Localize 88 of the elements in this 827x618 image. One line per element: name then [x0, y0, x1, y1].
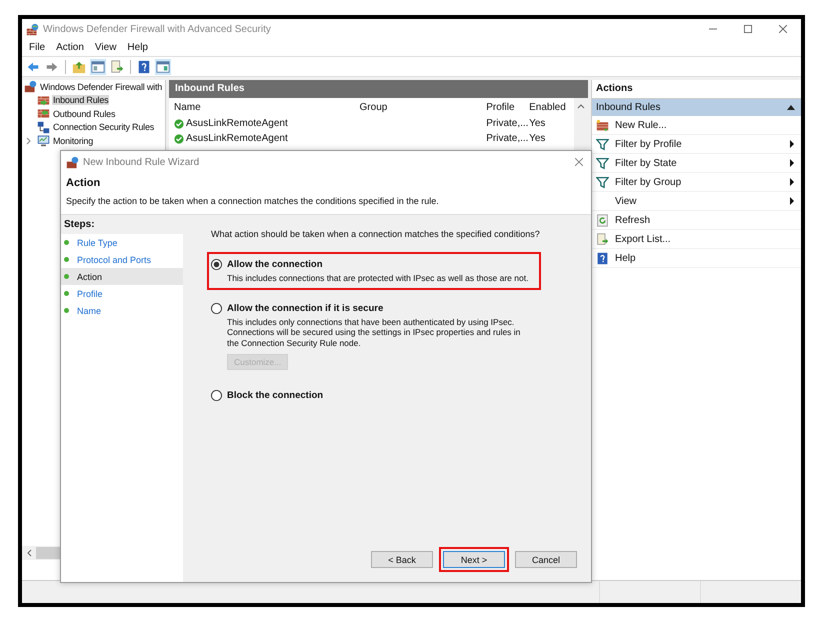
step-bullet-icon	[64, 274, 69, 279]
filter-icon	[596, 138, 609, 150]
action-item[interactable]: New Rule...	[615, 120, 794, 130]
section-title: Inbound Rules	[596, 102, 660, 113]
monitor-icon	[37, 134, 50, 148]
table-cell: Private,...	[486, 133, 530, 144]
scroll-left-icon[interactable]	[26, 549, 32, 557]
column-header[interactable]: Name	[169, 102, 360, 112]
panel-header: Inbound Rules	[169, 80, 588, 98]
tree-item[interactable]: Outbound Rules	[52, 108, 116, 119]
table-cell-text: Yes	[529, 133, 546, 144]
firewall-icon	[26, 22, 39, 36]
check-circle-icon	[174, 118, 184, 128]
section-header[interactable]: Inbound Rules	[592, 99, 801, 116]
panel-icon[interactable]	[90, 58, 106, 74]
collapse-triangle-icon[interactable]	[787, 105, 795, 110]
filter-icon	[596, 156, 609, 170]
tree-item[interactable]: Monitoring	[52, 136, 94, 146]
radio-button[interactable]	[211, 303, 222, 314]
option-description: This includes only connections that have been authenticated by using IPsec. Connections will be secured using the settings in IPsec properties and rules in the Connection Security Rule node.	[227, 317, 522, 348]
brick-wall-icon	[37, 107, 50, 120]
dialog-title: New Inbound Rule Wizard	[83, 156, 200, 168]
column-header[interactable]: Profile	[486, 102, 530, 112]
submenu-arrow-icon[interactable]	[790, 178, 794, 186]
brick-wall-icon	[37, 94, 50, 107]
option-label[interactable]: Allow the connection	[227, 259, 323, 270]
submenu-arrow-icon[interactable]	[790, 197, 794, 205]
menu-item[interactable]: View	[94, 42, 116, 53]
submenu-arrow-icon[interactable]	[790, 159, 794, 167]
export-icon[interactable]	[109, 58, 125, 74]
action-item[interactable]: Help	[615, 252, 794, 264]
maximize-icon[interactable]	[744, 25, 752, 33]
step-link[interactable]: Name	[77, 306, 102, 316]
option-label[interactable]: Allow the connection if it is secure	[227, 303, 384, 314]
help-icon[interactable]	[136, 58, 152, 74]
export-icon	[596, 232, 609, 246]
dialog-button[interactable]: < Back	[371, 551, 433, 568]
submenu-arrow-icon[interactable]	[790, 140, 794, 148]
step-link[interactable]: Action	[77, 272, 102, 282]
table-cell: AsusLinkRemoteAgent	[186, 133, 288, 144]
table-cell: AsusLinkRemoteAgent	[186, 118, 288, 129]
computers-icon	[37, 120, 50, 134]
page-heading: Action	[66, 177, 102, 189]
column-header[interactable]: Enabled	[529, 102, 574, 112]
action-item[interactable]: Export List...	[615, 234, 794, 244]
radio-button[interactable]	[211, 259, 222, 270]
menu-item[interactable]: Help	[127, 42, 148, 53]
menu-item[interactable]: Action	[56, 42, 84, 53]
action-item[interactable]: Filter by State	[615, 158, 784, 168]
expand-chevron-icon[interactable]	[26, 136, 32, 145]
step-link[interactable]: Profile	[77, 288, 103, 298]
tree-item[interactable]: Connection Security Rules	[52, 122, 156, 132]
filter-icon	[596, 176, 609, 188]
option-description: This includes connections that are protected with IPsec as well as those are not.	[227, 273, 530, 284]
option-label[interactable]: Block the connection	[227, 390, 324, 401]
scroll-up-icon[interactable]	[577, 103, 585, 109]
table-cell-text: Yes	[529, 118, 546, 129]
dialog-button[interactable]: Next >	[443, 551, 505, 568]
action-item[interactable]: Filter by Group	[615, 176, 784, 188]
tree-item[interactable]: Windows Defender Firewall with	[39, 82, 164, 92]
step-bullet-icon	[64, 240, 69, 245]
action-item[interactable]: Filter by Profile	[615, 138, 784, 150]
dialog-button[interactable]: Cancel	[515, 551, 577, 568]
close-icon[interactable]	[779, 25, 787, 33]
step-bullet-icon	[64, 308, 69, 313]
page-description: Specify the action to be taken when a connection matches the conditions specified in the rule.	[66, 196, 440, 206]
step-link[interactable]: Rule Type	[77, 238, 118, 248]
step-bullet-icon	[64, 257, 69, 262]
close-icon[interactable]	[575, 158, 583, 166]
question-text: What action should be taken when a connection matches the specified conditions?	[211, 229, 541, 239]
help-icon	[596, 252, 609, 264]
brick-wall-icon	[596, 118, 609, 132]
action-item[interactable]: View	[615, 196, 784, 206]
step-link[interactable]: Protocol and Ports	[77, 254, 152, 264]
step-bullet-icon	[64, 291, 69, 296]
column-header[interactable]: Group	[360, 102, 486, 112]
tree-item[interactable]: Inbound Rules	[52, 95, 110, 106]
firewall-icon	[24, 80, 37, 94]
action-item[interactable]: Refresh	[615, 214, 794, 226]
refresh-icon	[596, 214, 609, 226]
window-title: Windows Defender Firewall with Advanced Security	[43, 24, 271, 34]
radio-button[interactable]	[211, 390, 222, 401]
menu-item[interactable]: File	[29, 42, 46, 53]
check-circle-icon	[174, 134, 184, 144]
steps-heading: Steps:	[61, 215, 183, 234]
firewall-icon	[66, 156, 79, 168]
panel-icon[interactable]	[155, 58, 171, 74]
table-cell: Private,...	[486, 118, 530, 129]
